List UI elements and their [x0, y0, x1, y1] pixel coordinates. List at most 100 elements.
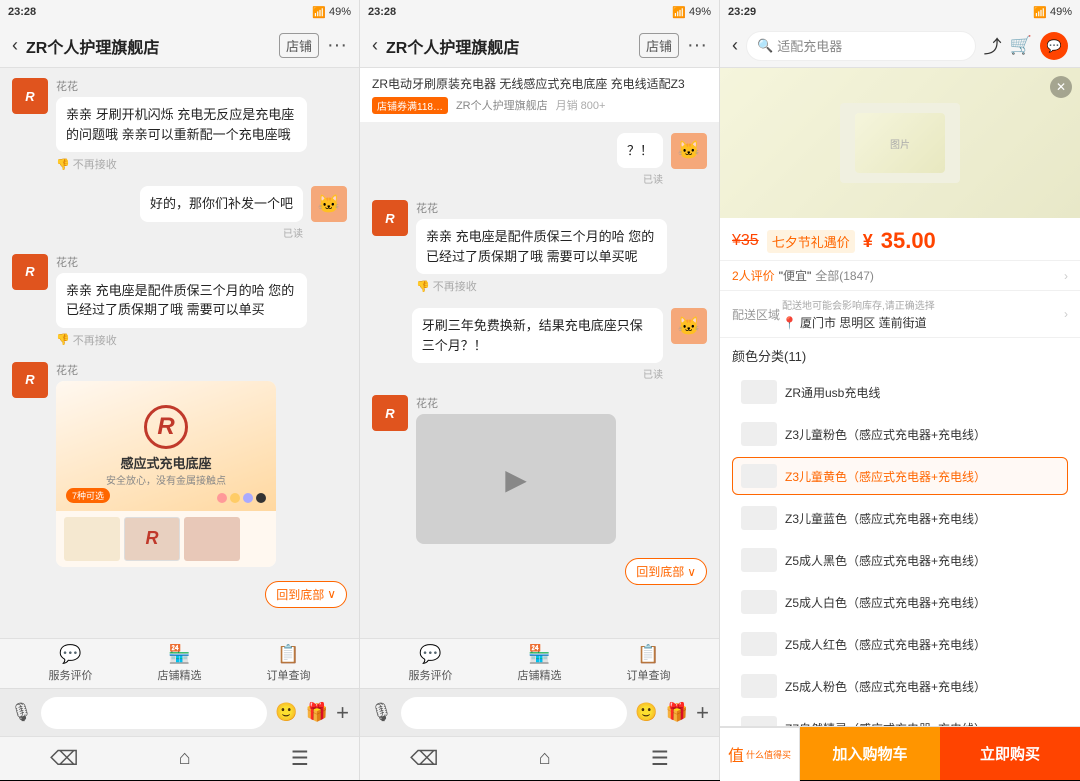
video-thumbnail[interactable]: ▶ [416, 414, 616, 544]
color-thumb-mpink [741, 674, 777, 698]
color-thumb-black [741, 548, 777, 572]
color-option-blue[interactable]: Z3儿童蓝色（感应式充电器+充电线） [732, 499, 1068, 537]
back-button-right[interactable]: ‹ [732, 35, 738, 56]
color-option-mpink[interactable]: Z5成人粉色（感应式充电器+充电线） [732, 667, 1068, 705]
chat-input-left[interactable] [41, 697, 267, 729]
chevron-down-icon-left: ∨ [327, 587, 336, 601]
status-bar-left: 23:28 📶 49% [0, 0, 359, 24]
no-accept-mid[interactable]: 👎 不再接收 [416, 278, 667, 294]
chat-input-mid[interactable] [401, 697, 627, 729]
more-button-mid[interactable]: ··· [687, 34, 707, 57]
plus-button-left[interactable]: + [336, 700, 349, 726]
buy-now-button[interactable]: 立即购买 [940, 727, 1080, 780]
shop-name-mid: ZR个人护理旗舰店 [456, 97, 548, 113]
message-button-right[interactable]: 💬 [1040, 32, 1068, 60]
user-avatar-left: 🐱 [311, 186, 347, 222]
footer-item-order[interactable]: 📋 订单查询 [267, 644, 311, 683]
product-card[interactable]: R 感应式充电底座 安全放心，没有金属接触点 7种可选 [56, 381, 276, 567]
color-thumb-usb [741, 380, 777, 404]
gift-button-left[interactable]: 🎁 [306, 702, 328, 723]
plus-button-mid[interactable]: + [696, 700, 709, 726]
signal-icon-mid: 📶 [672, 6, 686, 19]
color-option-usb[interactable]: ZR通用usb充电线 [732, 373, 1068, 411]
close-button-right[interactable]: ✕ [1050, 76, 1072, 98]
product-body: 图片 ✕ ¥35 七夕节礼遇价 ¥ 35.00 2人评价 " 便宜 " 全部(1… [720, 68, 1080, 726]
voice-button-mid[interactable]: 🎙 [370, 702, 393, 723]
order-icon-mid: 📋 [637, 644, 659, 665]
search-bar-right[interactable]: 🔍 适配充电器 [746, 31, 976, 61]
voice-button-left[interactable]: 🎙 [10, 702, 33, 723]
menu-nav-left[interactable]: ☰ [291, 746, 309, 771]
footer-item-service-mid[interactable]: 💬 服务评价 [409, 644, 453, 683]
footer-item-order-mid[interactable]: 📋 订单查询 [627, 644, 671, 683]
back-nav-mid[interactable]: ⌫ [410, 746, 438, 771]
color-option-red[interactable]: Z5成人红色（感应式充电器+充电线） [732, 625, 1068, 663]
chat-header-mid: ‹ ZR个人护理旗舰店 店铺 ··· [360, 24, 719, 68]
sender-name: 花花 [56, 78, 307, 94]
msg-content-mid-1: ？！ 已读 [617, 133, 663, 187]
no-accept-label[interactable]: 👎 不再接收 [56, 156, 307, 172]
footer-label-order: 订单查询 [267, 667, 311, 683]
add-to-cart-button[interactable]: 加入购物车 [800, 727, 940, 780]
delivery-row[interactable]: 配送区域 配送地可能会影响库存,请正确选择 📍 厦门市 思明区 莲前街道 › [720, 291, 1080, 338]
home-nav-left[interactable]: ⌂ [179, 747, 191, 770]
emoji-button-mid[interactable]: 🙂 [635, 702, 657, 723]
product-main-image: 图片 [840, 103, 960, 183]
chat-footer-mid: 💬 服务评价 🏪 店铺精选 📋 订单查询 [360, 638, 719, 688]
menu-nav-mid[interactable]: ☰ [651, 746, 669, 771]
back-to-bottom-mid[interactable]: 回到底部 ∨ [625, 558, 707, 585]
footer-label-shop: 店铺精选 [158, 667, 202, 683]
product-badge: 7种可选 [66, 488, 110, 503]
no-accept-text: 不再接收 [73, 156, 117, 172]
color-name-mpink: Z5成人粉色（感应式充电器+充电线） [785, 678, 986, 695]
footer-label-service-mid: 服务评价 [409, 667, 453, 683]
home-nav-mid[interactable]: ⌂ [539, 747, 551, 770]
arrow-icon-delivery: › [1064, 307, 1068, 321]
color-option-yellow[interactable]: Z3儿童黄色（感应式充电器+充电线） [732, 457, 1068, 495]
time-right: 23:29 [728, 6, 756, 18]
color-option-white[interactable]: Z5成人白色（感应式充电器+充电线） [732, 583, 1068, 621]
msg-content2: 花花 亲亲 充电座是配件质保三个月的哈 您的已经过了质保期了哦 需要可以单买 👎… [56, 254, 307, 348]
delivery-info: 配送地可能会影响库存,请正确选择 📍 厦门市 思明区 莲前街道 [782, 297, 1064, 331]
emoji-button-left[interactable]: 🙂 [275, 702, 297, 723]
shop-button-left[interactable]: 店铺 [279, 33, 319, 58]
nav-bar-left: ⌫ ⌂ ☰ [0, 736, 359, 780]
color-thumb-pink [741, 422, 777, 446]
shop-title-mid: ZR个人护理旗舰店 [386, 34, 639, 58]
back-nav-left[interactable]: ⌫ [50, 746, 78, 771]
color-option-natural[interactable]: Z7自然精灵（感应式充电器+充电线） [732, 709, 1068, 726]
no-accept-text-mid: 不再接收 [433, 278, 477, 294]
no-accept-label2[interactable]: 👎 不再接收 [56, 332, 307, 348]
back-button-mid[interactable]: ‹ [372, 35, 378, 56]
color-name-white: Z5成人白色（感应式充电器+充电线） [785, 594, 986, 611]
gift-button-mid[interactable]: 🎁 [666, 702, 688, 723]
share-button[interactable]: ⤴ [984, 33, 1002, 59]
cart-button[interactable]: 🛒 [1010, 35, 1032, 56]
sender-name-mid-2: 花花 [416, 395, 616, 411]
color-option-black[interactable]: Z5成人黑色（感应式充电器+充电线） [732, 541, 1068, 579]
agent-avatar-mid: R [372, 200, 408, 236]
more-button-left[interactable]: ··· [327, 34, 347, 57]
color-thumb-white [741, 590, 777, 614]
status-bar-mid: 23:28 📶 49% [360, 0, 719, 24]
footer-item-service[interactable]: 💬 服务评价 [49, 644, 93, 683]
input-bar-left: 🎙 🙂 🎁 + [0, 688, 359, 736]
reviews-row[interactable]: 2人评价 " 便宜 " 全部(1847) › [720, 261, 1080, 291]
read-status: 已读 [140, 225, 303, 240]
location-icon: 📍 [782, 316, 797, 330]
back-button-left[interactable]: ‹ [12, 35, 18, 56]
msg-row-mid-4: R 花花 ▶ [372, 395, 707, 544]
footer-item-shop[interactable]: 🏪 店铺精选 [158, 644, 202, 683]
footer-item-shop-mid[interactable]: 🏪 店铺精选 [518, 644, 562, 683]
battery-icon: 49% [329, 6, 351, 18]
msg-content-mid-3: 牙刷三年免费换新，结果充电底座只保三个月？！ 已读 [412, 308, 663, 381]
service-icon: 💬 [59, 644, 81, 665]
product-title-mid: ZR电动牙刷原装充电器 无线感应式充电底座 充电线适配Z3 [372, 76, 707, 93]
color-option-pink[interactable]: Z3儿童粉色（感应式充电器+充电线） [732, 415, 1068, 453]
shop-button-mid[interactable]: 店铺 [639, 33, 679, 58]
product-card-footer: R [56, 511, 276, 567]
msg-row-product: R 花花 R 感应式充电底座 安全放心，没有金属接触点 7种可选 [12, 362, 347, 567]
back-to-bottom-left[interactable]: 回到底部 ∨ [265, 581, 347, 608]
delivery-label: 配送区域 [732, 306, 782, 323]
price-symbol: ¥ [863, 231, 873, 252]
